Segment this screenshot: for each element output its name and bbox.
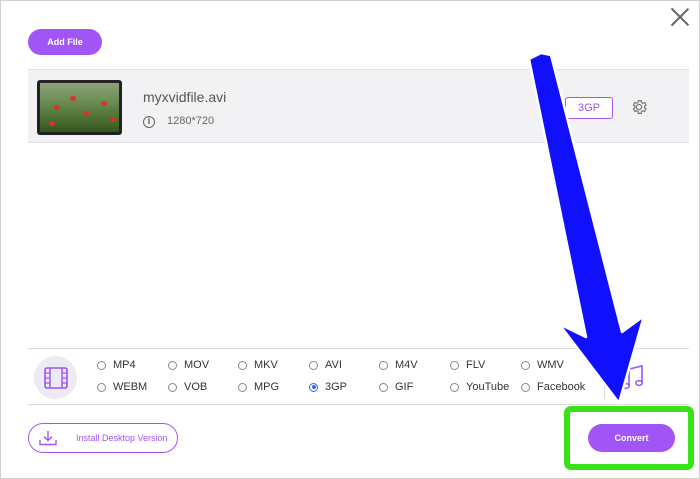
radio-button[interactable]: [450, 360, 459, 370]
download-icon: [39, 431, 57, 446]
radio-button[interactable]: [379, 382, 388, 392]
file-list-item: myxvidfile.avi i 1280*720 3GP: [28, 69, 689, 143]
radio-button-selected[interactable]: [309, 382, 318, 392]
radio-button[interactable]: [97, 382, 106, 392]
format-option-mp4[interactable]: MP4: [97, 359, 136, 371]
film-icon[interactable]: [34, 356, 77, 399]
format-option-3gp[interactable]: 3GP: [309, 381, 347, 393]
format-option-flv[interactable]: FLV: [450, 359, 485, 371]
format-label: YouTube: [466, 381, 510, 393]
format-label: WMV: [537, 359, 564, 371]
format-option-vob[interactable]: VOB: [168, 381, 207, 393]
install-label: Install Desktop Version: [76, 433, 168, 443]
info-icon[interactable]: i: [143, 116, 155, 128]
format-option-gif[interactable]: GIF: [379, 381, 413, 393]
music-note-icon[interactable]: [621, 364, 645, 390]
format-option-webm[interactable]: WEBM: [97, 381, 147, 393]
panel-divider: [604, 355, 605, 399]
radio-button[interactable]: [168, 382, 177, 392]
format-label: VOB: [184, 381, 208, 393]
format-label: WEBM: [113, 381, 148, 393]
radio-button[interactable]: [521, 382, 530, 392]
format-label: FLV: [466, 359, 486, 371]
format-option-avi[interactable]: AVI: [309, 359, 342, 371]
format-option-youtube[interactable]: YouTube: [450, 381, 509, 393]
radio-button[interactable]: [238, 382, 247, 392]
format-option-mov[interactable]: MOV: [168, 359, 209, 371]
format-option-mkv[interactable]: MKV: [238, 359, 278, 371]
format-option-mpg[interactable]: MPG: [238, 381, 279, 393]
output-format-button[interactable]: 3GP: [565, 97, 613, 119]
radio-button[interactable]: [309, 360, 318, 370]
format-label: AVI: [325, 359, 342, 371]
format-label: Facebook: [537, 381, 586, 393]
format-option-facebook[interactable]: Facebook: [521, 381, 585, 393]
close-icon[interactable]: [670, 7, 690, 27]
format-label: M4V: [395, 359, 418, 371]
video-thumbnail: [37, 80, 122, 135]
radio-button[interactable]: [97, 360, 106, 370]
file-resolution: 1280*720: [167, 115, 215, 127]
convert-button[interactable]: Convert: [588, 424, 675, 452]
radio-button[interactable]: [450, 382, 459, 392]
add-file-button[interactable]: Add File: [28, 29, 102, 55]
format-label: MKV: [254, 359, 278, 371]
format-label: GIF: [395, 381, 414, 393]
install-desktop-version-button[interactable]: Install Desktop Version: [28, 423, 178, 453]
format-label: MPG: [254, 381, 280, 393]
converter-window: Add File myxvidfile.avi i 1280*720 3GP M…: [0, 0, 700, 479]
format-label: MP4: [113, 359, 136, 371]
file-name: myxvidfile.avi: [143, 89, 227, 105]
radio-button[interactable]: [379, 360, 388, 370]
format-option-wmv[interactable]: WMV: [521, 359, 564, 371]
radio-button[interactable]: [168, 360, 177, 370]
format-label: MOV: [184, 359, 210, 371]
format-option-m4v[interactable]: M4V: [379, 359, 418, 371]
radio-button[interactable]: [238, 360, 247, 370]
format-label: 3GP: [325, 381, 348, 393]
gear-icon[interactable]: [630, 98, 648, 116]
format-options: MP4 MOV MKV AVI M4V FLV WMV WEBM VOB MPG…: [97, 359, 597, 399]
format-selection-panel: MP4 MOV MKV AVI M4V FLV WMV WEBM VOB MPG…: [28, 348, 689, 405]
radio-button[interactable]: [521, 360, 530, 370]
